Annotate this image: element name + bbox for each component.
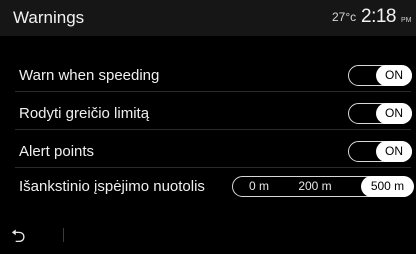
toggle-warn-speeding[interactable]: ON bbox=[348, 65, 412, 86]
header-bar: Warnings 27°c 2:18 PM bbox=[0, 0, 416, 36]
back-arrow-icon[interactable]: ⮌ bbox=[11, 224, 25, 254]
toggle-alert-points[interactable]: ON bbox=[348, 141, 412, 162]
distance-segmented-control: 0 m 200 m 500 m bbox=[232, 176, 414, 197]
page-title: Warnings bbox=[13, 8, 85, 27]
setting-row-warn-speeding: Warn when speeding ON bbox=[15, 61, 412, 92]
clock-time: 2:18 bbox=[361, 6, 396, 27]
setting-label: Išankstinio įspėjimo nuotolis bbox=[19, 178, 205, 195]
clock-suffix: PM bbox=[401, 17, 412, 24]
toggle-speed-limit[interactable]: ON bbox=[348, 103, 412, 124]
distance-option-500m[interactable]: 500 m bbox=[361, 176, 414, 197]
setting-row-warning-distance: Išankstinio įspėjimo nuotolis 0 m 200 m … bbox=[15, 172, 414, 203]
temperature: 27°c bbox=[332, 10, 357, 24]
setting-label: Rodyti greičio limitą bbox=[19, 105, 150, 122]
setting-label: Alert points bbox=[19, 143, 95, 160]
footer-bar: ⮌ bbox=[0, 200, 416, 253]
footer-divider bbox=[63, 228, 64, 242]
toggle-knob: ON bbox=[376, 103, 412, 124]
setting-row-speed-limit: Rodyti greičio limitą ON bbox=[15, 99, 412, 130]
setting-row-alert-points: Alert points ON bbox=[15, 137, 412, 168]
toggle-knob: ON bbox=[376, 141, 412, 162]
setting-label: Warn when speeding bbox=[19, 67, 160, 84]
distance-option-0m[interactable]: 0 m bbox=[243, 176, 275, 197]
toggle-knob: ON bbox=[376, 65, 412, 86]
distance-option-200m[interactable]: 200 m bbox=[293, 176, 337, 197]
